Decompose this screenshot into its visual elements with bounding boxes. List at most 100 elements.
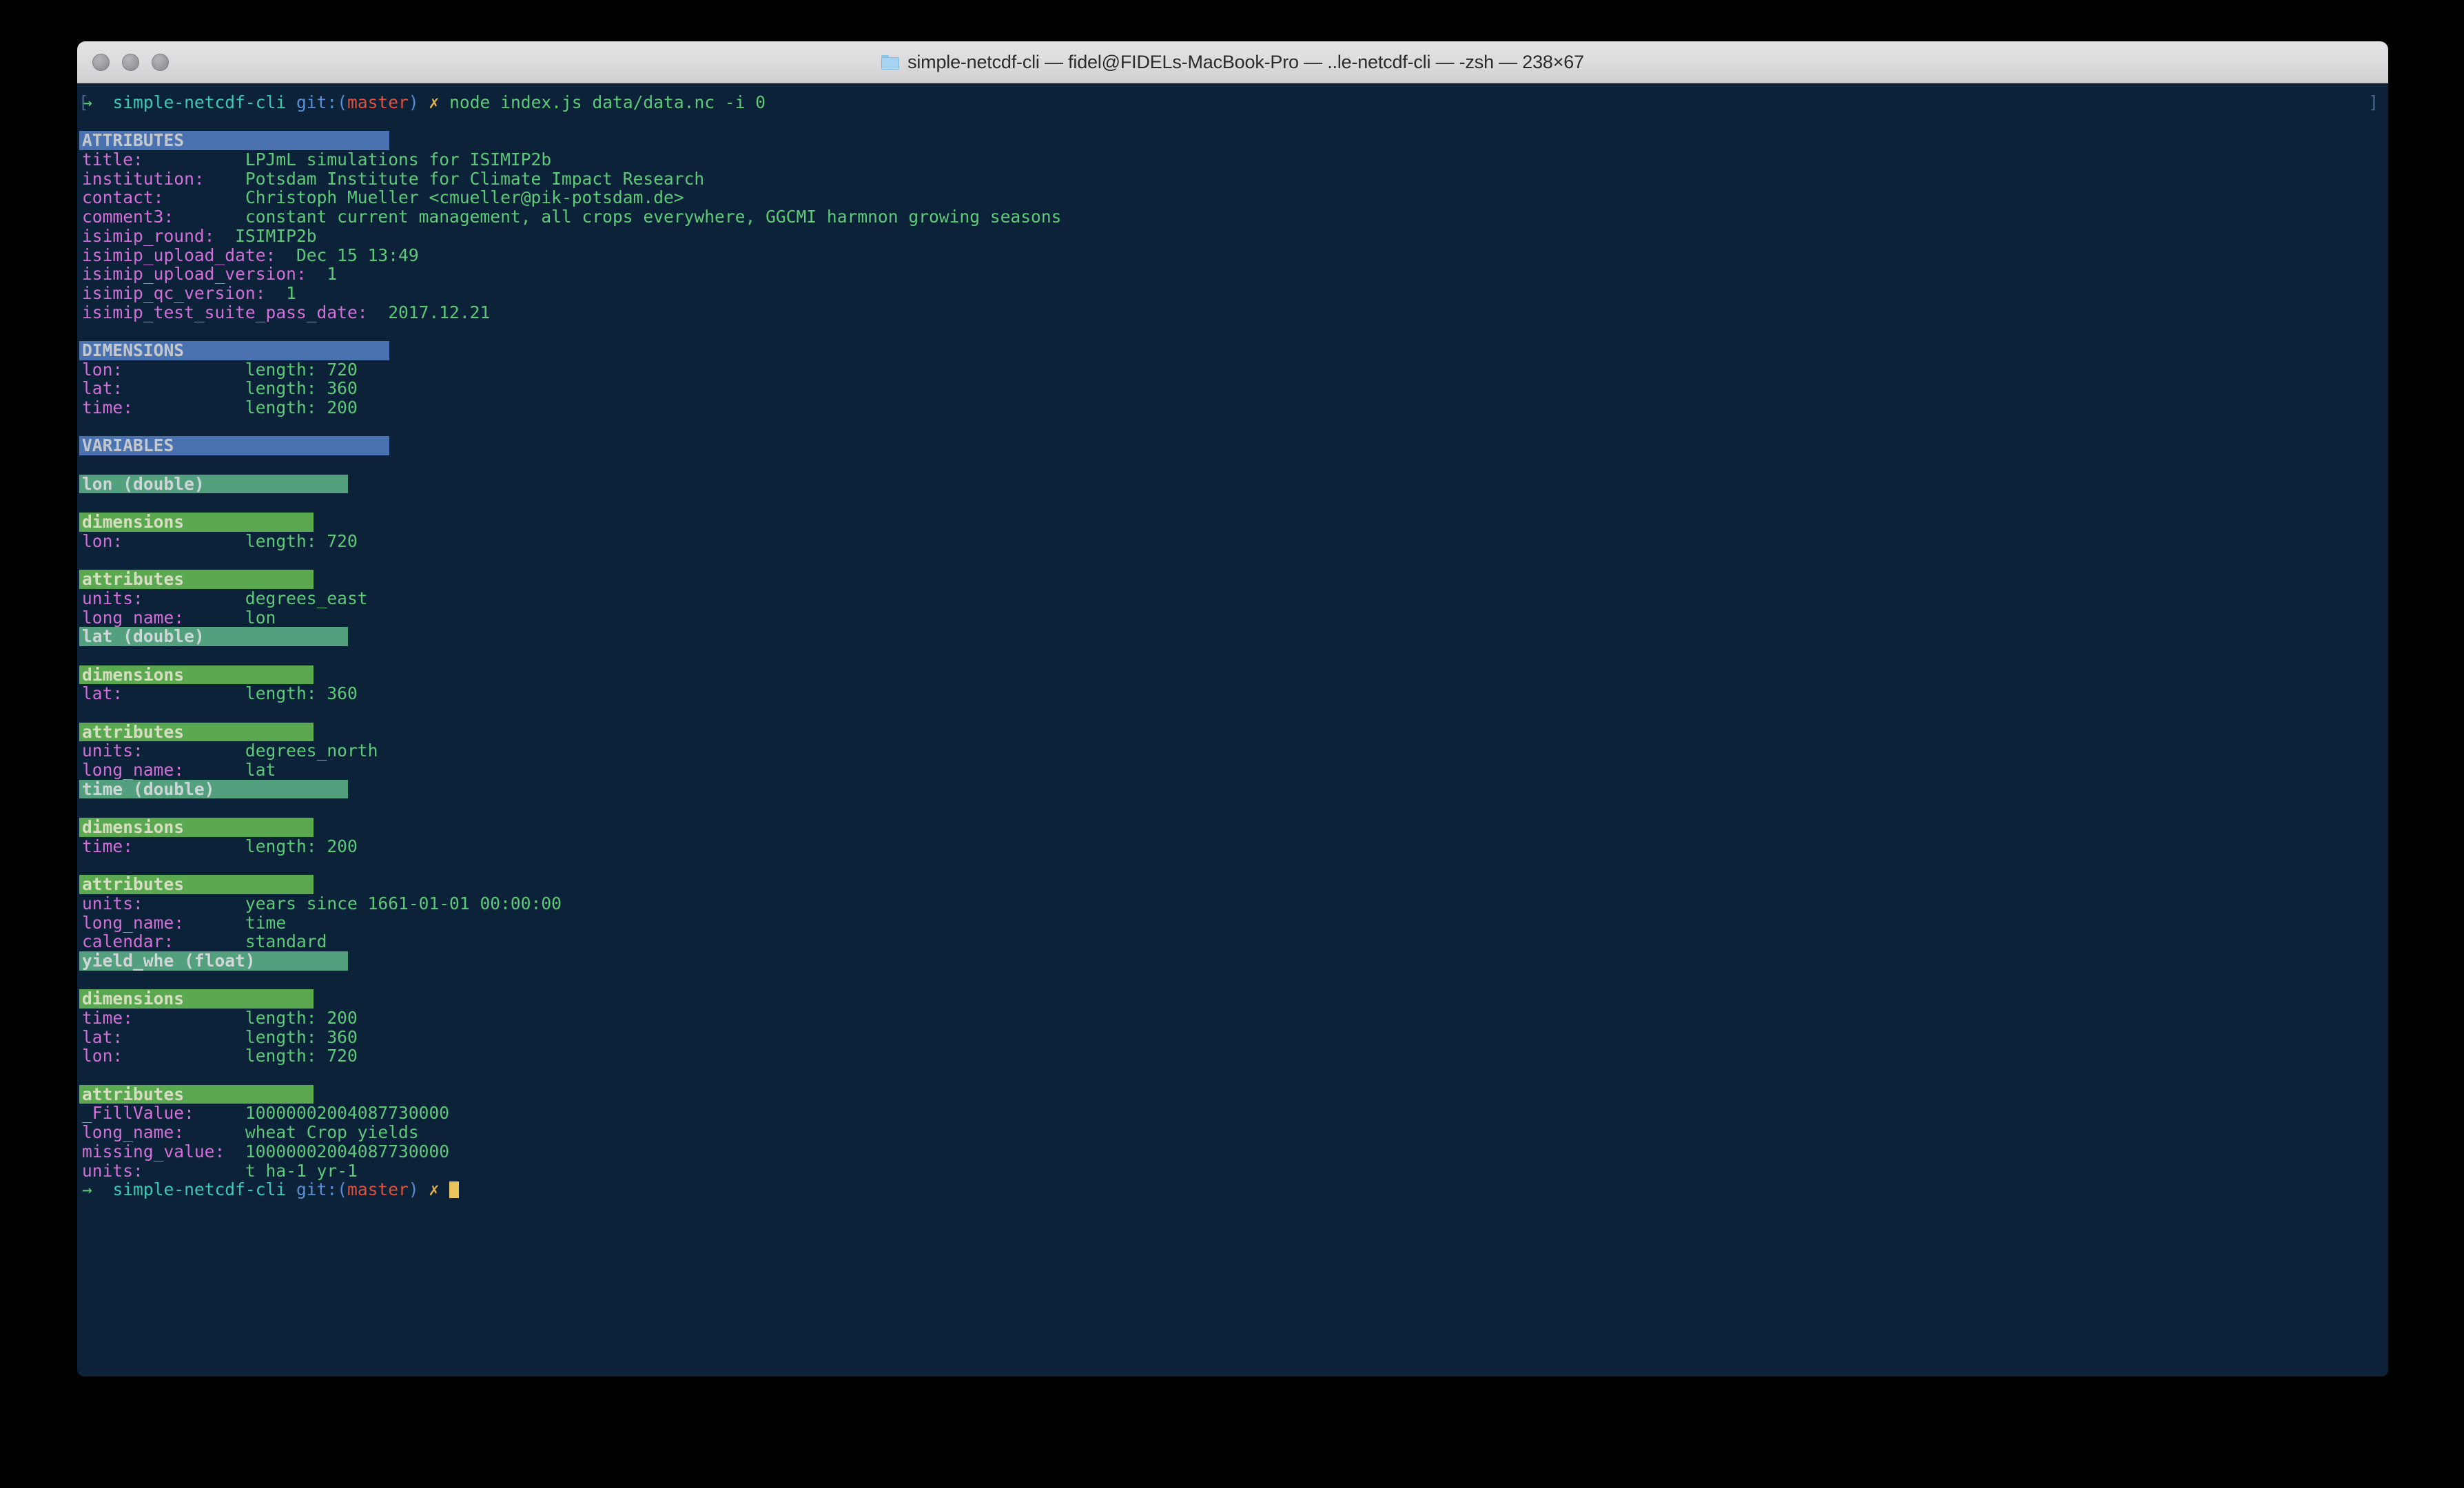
variable-header-bar: time (double) bbox=[79, 780, 348, 799]
kv-line: isimip_test_suite_pass_date: 2017.12.21 bbox=[79, 302, 2388, 322]
variable-dimension-key: time: bbox=[82, 1008, 134, 1028]
window-title-bar[interactable]: simple-netcdf-cli — fidel@FIDELs-MacBook… bbox=[77, 41, 2388, 83]
kv-line: units: degrees_north bbox=[79, 741, 2388, 761]
window-title: simple-netcdf-cli — fidel@FIDELs-MacBook… bbox=[881, 52, 1584, 73]
kv-line: lat: length: 360 bbox=[79, 684, 2388, 703]
kv-line: title: LPJmL simulations for ISIMIP2b bbox=[79, 150, 2388, 169]
prompt-git-branch: master bbox=[347, 1179, 409, 1200]
prompt-git-suffix: ) bbox=[408, 1179, 419, 1200]
kv-line: long_name: wheat Crop yields bbox=[79, 1123, 2388, 1142]
variable-dimension-value: length: 720 bbox=[245, 1046, 358, 1066]
kv-line: time: length: 200 bbox=[79, 1009, 2388, 1028]
close-button[interactable] bbox=[92, 53, 110, 71]
variable-attribute-value: years since 1661-01-01 00:00:00 bbox=[245, 893, 562, 913]
variable-dimensions-bar: dimensions bbox=[79, 665, 314, 685]
kv-line: isimip_upload_version: 1 bbox=[79, 265, 2388, 284]
kv-line: lat: length: 360 bbox=[79, 379, 2388, 398]
variable-dimension-key: time: bbox=[82, 836, 134, 856]
prompt-directory: simple-netcdf-cli bbox=[112, 1179, 287, 1200]
dimension-value: length: 720 bbox=[245, 359, 358, 380]
variable-attribute-key: long_name: bbox=[82, 912, 185, 933]
attribute-value: constant current management, all crops e… bbox=[245, 207, 1062, 227]
variable-attribute-value: time bbox=[245, 912, 287, 933]
variable-attribute-key: units: bbox=[82, 741, 143, 761]
variable-attributes-bar: attributes bbox=[79, 570, 314, 589]
attribute-key: isimip_round: bbox=[82, 225, 215, 246]
prompt-status-icon: ✗ bbox=[429, 92, 440, 112]
variable-attributes-header-line: attributes bbox=[79, 1085, 2388, 1104]
variable-attribute-key: calendar: bbox=[82, 931, 174, 952]
variable-dimension-value: length: 200 bbox=[245, 1008, 358, 1028]
attribute-value: LPJmL simulations for ISIMIP2b bbox=[245, 149, 552, 170]
window-title-text: simple-netcdf-cli — fidel@FIDELs-MacBook… bbox=[907, 51, 1584, 72]
kv-line: time: length: 200 bbox=[79, 836, 2388, 856]
attribute-key: contact: bbox=[82, 187, 164, 208]
kv-line: comment3: constant current management, a… bbox=[79, 207, 2388, 227]
attribute-value: 1 bbox=[286, 282, 296, 303]
variable-attribute-value: standard bbox=[245, 931, 327, 952]
kv-line: long_name: lat bbox=[79, 761, 2388, 780]
kv-line: units: t ha-1 yr-1 bbox=[79, 1161, 2388, 1181]
variable-dimensions-bar: dimensions bbox=[79, 989, 314, 1009]
attribute-value: Dec 15 13:49 bbox=[296, 245, 419, 265]
variable-header-line: time (double) bbox=[79, 780, 2388, 799]
zoom-button[interactable] bbox=[152, 53, 169, 71]
variable-dimensions-bar: dimensions bbox=[79, 513, 314, 532]
variable-dimension-key: lon: bbox=[82, 1046, 123, 1066]
dimension-key: lat: bbox=[82, 378, 123, 399]
variable-attribute-value: degrees_north bbox=[245, 741, 378, 761]
kv-line: _FillValue: 10000002004087730000 bbox=[79, 1104, 2388, 1123]
kv-line: institution: Potsdam Institute for Clima… bbox=[79, 169, 2388, 189]
line-wrap-marker-right: ] bbox=[2368, 92, 2379, 112]
variable-dimension-key: lat: bbox=[82, 1026, 123, 1047]
variable-attribute-value: wheat Crop yields bbox=[245, 1122, 419, 1143]
variable-attribute-key: _FillValue: bbox=[82, 1103, 194, 1124]
command-prompt-line: → simple-netcdf-cli git:(master) ✗ node … bbox=[79, 93, 2388, 112]
variable-dimensions-bar: dimensions bbox=[79, 818, 314, 837]
line-wrap-marker-left: [ bbox=[79, 92, 89, 112]
dimension-value: length: 200 bbox=[245, 397, 358, 417]
variable-dimensions-header-line: dimensions bbox=[79, 513, 2388, 532]
prompt-git-branch: master bbox=[347, 92, 409, 112]
kv-line: units: years since 1661-01-01 00:00:00 bbox=[79, 894, 2388, 913]
minimize-button[interactable] bbox=[122, 53, 139, 71]
dimension-key: lon: bbox=[82, 359, 123, 380]
variable-attribute-value: degrees_east bbox=[245, 588, 368, 608]
attribute-value: Potsdam Institute for Climate Impact Res… bbox=[245, 168, 705, 189]
kv-line: missing_value: 10000002004087730000 bbox=[79, 1141, 2388, 1161]
variable-attribute-value: 10000002004087730000 bbox=[245, 1141, 450, 1161]
variable-dimension-key: lon: bbox=[82, 530, 123, 551]
prompt-git-suffix: ) bbox=[408, 92, 419, 112]
kv-line: isimip_qc_version: 1 bbox=[79, 284, 2388, 303]
dimensions-section-header: DIMENSIONS bbox=[79, 341, 2388, 360]
attribute-value: 2017.12.21 bbox=[388, 302, 491, 322]
prompt-git-prefix: git:( bbox=[296, 92, 348, 112]
terminal-body[interactable]: [ ] → simple-netcdf-cli git:(master) ✗ n… bbox=[77, 83, 2388, 1376]
dimension-value: length: 360 bbox=[245, 378, 358, 399]
variable-dimensions-header-line: dimensions bbox=[79, 818, 2388, 837]
attribute-value: 1 bbox=[327, 264, 338, 285]
final-prompt-line: → simple-netcdf-cli git:(master) ✗ bbox=[79, 1180, 2388, 1199]
attribute-key: title: bbox=[82, 149, 143, 170]
attribute-key: isimip_test_suite_pass_date: bbox=[82, 302, 368, 322]
attribute-key: isimip_upload_date: bbox=[82, 245, 276, 265]
variable-header-bar: lon (double) bbox=[79, 475, 348, 494]
kv-line: isimip_upload_date: Dec 15 13:49 bbox=[79, 245, 2388, 265]
variable-dimension-value: length: 360 bbox=[245, 1026, 358, 1047]
attribute-value: ISIMIP2b bbox=[235, 225, 317, 246]
traffic-light-buttons[interactable] bbox=[92, 41, 169, 83]
variable-header-bar: lat (double) bbox=[79, 627, 348, 646]
variable-attribute-value: t ha-1 yr-1 bbox=[245, 1160, 358, 1181]
terminal-window[interactable]: simple-netcdf-cli — fidel@FIDELs-MacBook… bbox=[77, 41, 2388, 1376]
variable-attribute-key: units: bbox=[82, 893, 143, 913]
variable-attribute-key: missing_value: bbox=[82, 1141, 225, 1161]
dimensions-header-bar: DIMENSIONS bbox=[79, 341, 389, 360]
attributes-header-bar: ATTRIBUTES bbox=[79, 131, 389, 151]
